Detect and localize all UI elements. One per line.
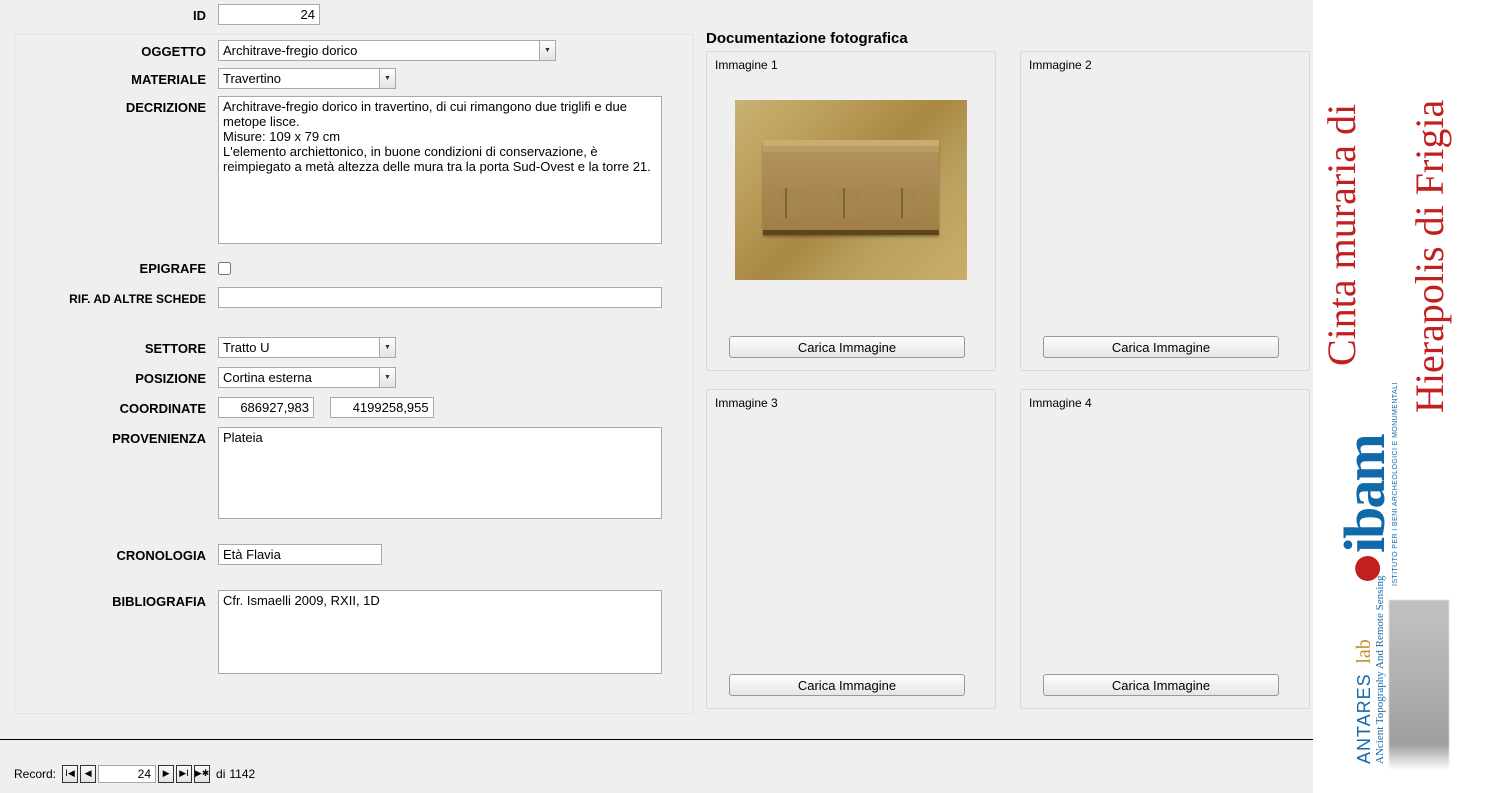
record-number-field[interactable] [98,765,156,783]
record-of-label: di [216,767,225,781]
rif-field[interactable] [218,287,662,308]
photo-panel: Documentazione fotografica Immagine 1 Ca… [706,30,1310,709]
settore-combo[interactable] [218,337,396,358]
image-slot-1: Immagine 1 Carica Immagine [706,51,996,371]
image-slot-3: Immagine 3 Carica Immagine [706,389,996,709]
record-label: Record: [14,767,56,781]
sidebar-deco: Cinta muraria di Hierapolis di Frigia ●i… [1313,0,1490,793]
nav-next-icon[interactable]: ▶ [158,765,174,783]
load-image-button[interactable]: Carica Immagine [729,336,965,358]
photo-section-title: Documentazione fotografica [706,30,1310,47]
id-field[interactable] [218,4,320,25]
chevron-down-icon[interactable] [539,41,555,60]
epigrafe-label: EPIGRAFE [14,257,218,281]
antares-label: ANTARES [1354,673,1374,764]
antares-lab: lab [1353,639,1375,663]
coord-y-field[interactable] [330,397,434,418]
load-image-button[interactable]: Carica Immagine [1043,674,1279,696]
bibliografia-textarea[interactable] [218,590,662,674]
chevron-down-icon[interactable] [379,338,395,357]
image-4-label: Immagine 4 [1029,396,1301,410]
ibam-logo: ●ibam [1331,380,1398,586]
load-image-button[interactable]: Carica Immagine [1043,336,1279,358]
oggetto-combo[interactable] [218,40,556,61]
id-label: ID [14,4,218,28]
chevron-down-icon[interactable] [379,368,395,387]
provenienza-label: PROVENIENZA [14,427,218,451]
image-slot-2: Immagine 2 Carica Immagine [1020,51,1310,371]
form-area: ID OGGETTO MATERIALE DECRIZI [0,0,1313,793]
rif-label: RIF. AD ALTRE SCHEDE [14,287,218,311]
cronologia-field[interactable] [218,544,382,565]
antares-sub: ANcient Topography And Remote Sensing [1374,576,1386,764]
image-2-thumb[interactable] [1049,100,1281,280]
oggetto-label: OGGETTO [14,40,218,64]
materiale-combo[interactable] [218,68,396,89]
load-image-button[interactable]: Carica Immagine [729,674,965,696]
nav-last-icon[interactable]: ▶І [176,765,192,783]
image-1-thumb[interactable] [735,100,967,280]
ibam-subtitle: ISTITUTO PER I BENI ARCHEOLOGICI E MONUM… [1392,380,1399,586]
image-slot-4: Immagine 4 Carica Immagine [1020,389,1310,709]
chevron-down-icon[interactable] [379,69,395,88]
antares-bg [1389,600,1449,770]
image-2-label: Immagine 2 [1029,58,1301,72]
image-3-thumb[interactable] [735,438,967,618]
provenienza-textarea[interactable] [218,427,662,519]
record-total: 1142 [229,767,255,781]
record-nav-bar: Record: І◀ ◀ ▶ ▶І ▶✱ di 1142 [0,739,1313,793]
project-title-line2: Hierapolis di Frigia [1409,249,1451,413]
left-panel: ID OGGETTO MATERIALE DECRIZI [14,4,690,679]
posizione-combo[interactable] [218,367,396,388]
materiale-label: MATERIALE [14,68,218,92]
project-title-line1: Cinta muraria di [1321,202,1363,366]
epigrafe-checkbox[interactable] [218,262,231,275]
nav-new-icon[interactable]: ▶✱ [194,765,210,783]
bibliografia-label: BIBLIOGRAFIA [14,590,218,614]
cronologia-label: CRONOLOGIA [14,544,218,568]
image-3-label: Immagine 3 [715,396,987,410]
image-4-thumb[interactable] [1049,438,1281,618]
settore-label: SETTORE [14,337,218,361]
nav-prev-icon[interactable]: ◀ [80,765,96,783]
posizione-label: POSIZIONE [14,367,218,391]
image-1-label: Immagine 1 [715,58,987,72]
nav-first-icon[interactable]: І◀ [62,765,78,783]
descrizione-textarea[interactable] [218,96,662,244]
descrizione-label: DECRIZIONE [14,96,218,120]
coordinate-label: COORDINATE [14,397,218,421]
coord-x-field[interactable] [218,397,314,418]
